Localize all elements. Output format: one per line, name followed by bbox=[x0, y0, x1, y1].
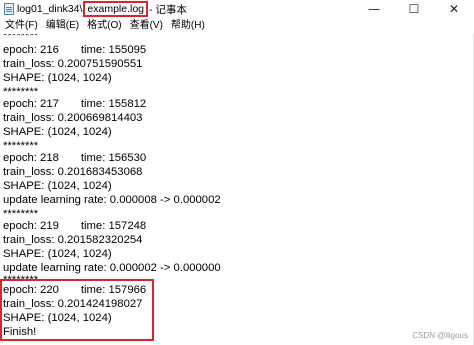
log-line: train_loss: 0.200669814403 bbox=[3, 112, 143, 124]
log-line: epoch: 216 time: 155095 bbox=[3, 44, 147, 56]
title-filename-highlight: example.log bbox=[83, 1, 149, 17]
log-line: SHAPE: (1024, 1024) bbox=[3, 248, 112, 260]
notepad-icon bbox=[4, 3, 14, 15]
menu-format[interactable]: 格式(O) bbox=[83, 19, 125, 33]
log-line: epoch: 219 time: 157248 bbox=[3, 220, 147, 232]
log-line: train_loss: 0.200751590551 bbox=[3, 58, 143, 70]
minimize-button[interactable]: — bbox=[354, 0, 394, 18]
menu-view[interactable]: 查看(V) bbox=[126, 19, 167, 33]
window-title: log01_dink34\ example.log - 记事本 bbox=[17, 1, 187, 17]
maximize-button[interactable]: ☐ bbox=[394, 0, 434, 18]
menu-bar: 文件(F) 编辑(E) 格式(O) 查看(V) 帮助(H) bbox=[0, 18, 474, 34]
title-prefix: log01_dink34\ bbox=[17, 3, 83, 15]
menu-help[interactable]: 帮助(H) bbox=[167, 19, 209, 33]
log-line: update learning rate: 0.000008 -> 0.0000… bbox=[3, 194, 221, 206]
log-line: epoch: 217 time: 155812 bbox=[3, 98, 147, 110]
menu-file[interactable]: 文件(F) bbox=[0, 19, 42, 33]
title-suffix: - 记事本 bbox=[149, 3, 187, 16]
close-button[interactable]: ✕ bbox=[434, 0, 474, 18]
title-bar[interactable]: log01_dink34\ example.log - 记事本 — ☐ ✕ bbox=[0, 0, 474, 18]
log-line: SHAPE: (1024, 1024) bbox=[3, 126, 112, 138]
window-controls: — ☐ ✕ bbox=[354, 0, 474, 18]
final-epoch-highlight bbox=[0, 279, 154, 341]
log-line: SHAPE: (1024, 1024) bbox=[3, 72, 112, 84]
log-line: SHAPE: (1024, 1024) bbox=[3, 180, 112, 192]
log-line: train_loss: 0.201582320254 bbox=[3, 234, 143, 246]
log-line: train_loss: 0.201683453068 bbox=[3, 166, 143, 178]
watermark: CSDN @liigous bbox=[412, 331, 468, 340]
log-line: epoch: 218 time: 156530 bbox=[3, 152, 147, 164]
log-line: ******** bbox=[3, 34, 39, 42]
text-editor-area[interactable]: ******** epoch: 216 time: 155095 train_l… bbox=[0, 34, 474, 345]
menu-edit[interactable]: 编辑(E) bbox=[42, 19, 83, 33]
